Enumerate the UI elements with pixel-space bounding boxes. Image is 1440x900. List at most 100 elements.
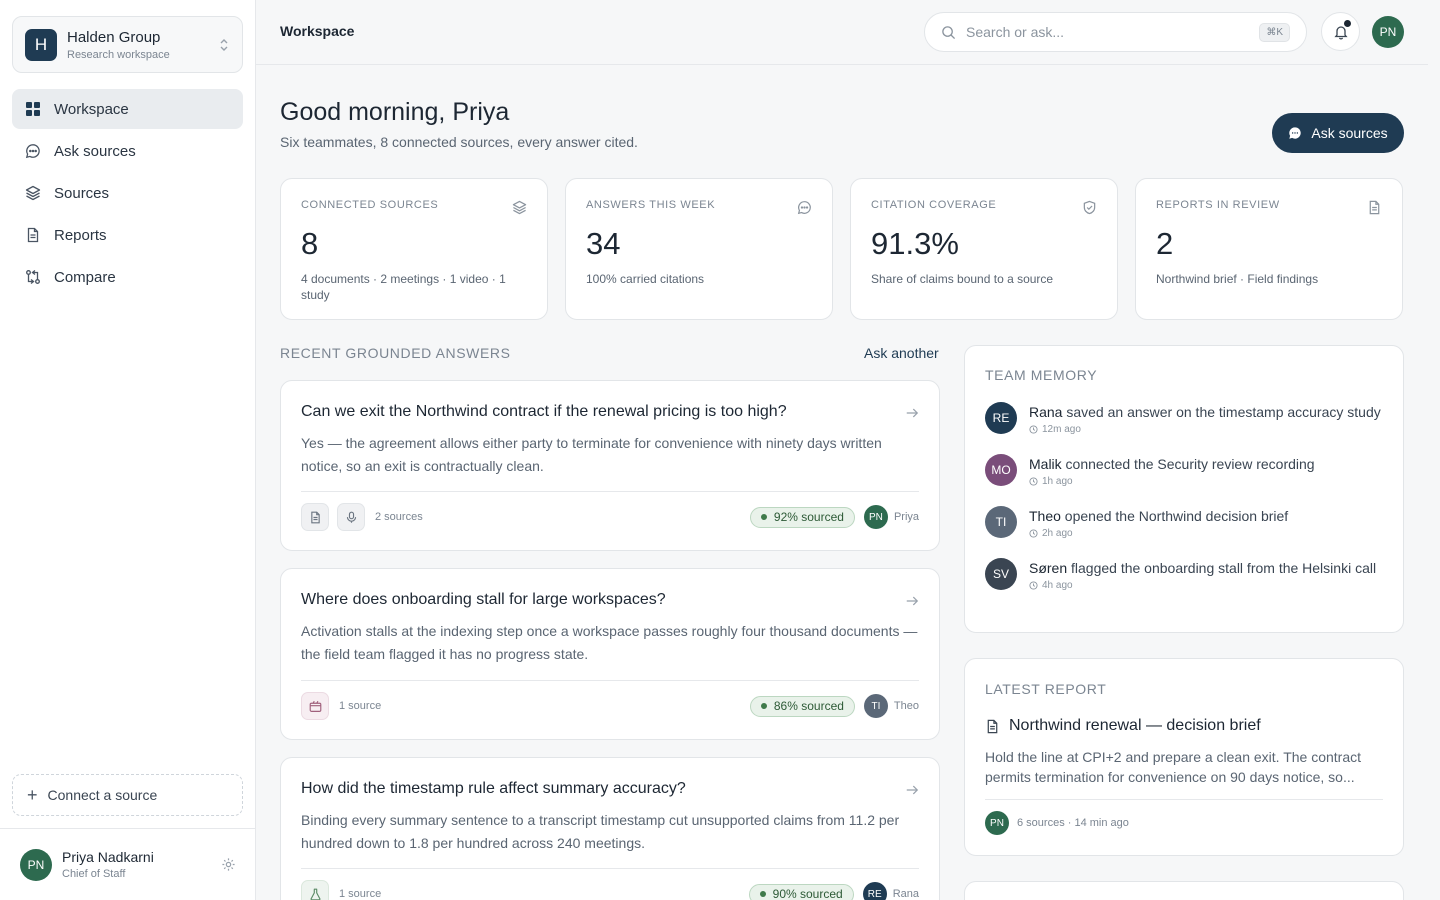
memory-time: 4h ago — [1029, 580, 1379, 591]
clock-icon — [1029, 581, 1038, 590]
stat-value: 34 — [586, 226, 621, 261]
clock-icon — [1029, 425, 1038, 434]
sourced-badge: 90% sourced — [748, 883, 854, 900]
document-source-icon[interactable] — [301, 503, 329, 531]
recent-answers-heading: Recent grounded answers — [280, 345, 511, 361]
team-memory-heading: Team memory — [985, 367, 1098, 383]
nav-item-workspace[interactable]: Workspace — [12, 89, 243, 129]
nav-item-ask-sources[interactable]: Ask sources — [12, 131, 243, 171]
nav-label: Sources — [54, 184, 110, 202]
notification-dot — [1344, 20, 1351, 27]
workspace-subtitle: Research workspace — [67, 48, 170, 61]
search-icon — [941, 25, 956, 40]
avatar[interactable]: PN — [1372, 16, 1404, 48]
greeting-subtitle: Six teammates, 8 connected sources, ever… — [280, 134, 638, 150]
answer-author: Priya — [893, 511, 919, 523]
workspace-logo: H — [25, 28, 57, 61]
answer-footer: 1 source 86% sourced TI Theo — [301, 691, 919, 721]
document-icon — [25, 227, 41, 243]
clock-icon — [1029, 529, 1038, 538]
arrow-right-icon[interactable] — [905, 406, 919, 420]
nav-item-compare[interactable]: Compare — [12, 257, 243, 297]
stat-value: 91.3% — [871, 226, 959, 261]
notifications-button[interactable] — [1321, 12, 1360, 51]
memory-item[interactable]: TI Theo opened the Northwind decision br… — [985, 506, 1385, 539]
layers-icon — [512, 200, 527, 215]
report-meta: 6 sources · 14 min ago — [1017, 817, 1129, 829]
latest-report-panel[interactable]: Latest report Northwind renewal — decisi… — [964, 658, 1404, 856]
memory-item[interactable]: SV Søren flagged the onboarding stall fr… — [985, 558, 1385, 591]
ask-another-link[interactable]: Ask another — [864, 345, 939, 361]
sourced-badge: 92% sourced — [749, 506, 855, 528]
stat-subtext: 100% carried citations — [586, 272, 705, 286]
memory-item[interactable]: RE Rana saved an answer on the timestamp… — [985, 402, 1385, 435]
stat-card-answers-this-week[interactable]: Answers this week 34 100% carried citati… — [565, 178, 833, 320]
memory-item[interactable]: MO Malik connected the Security review r… — [985, 454, 1385, 487]
memory-text: Theo opened the Northwind decision brief — [1029, 508, 1289, 524]
page-title: Workspace — [280, 23, 355, 39]
answer-question: Where does onboarding stall for large wo… — [301, 591, 666, 608]
stat-card-citation-coverage[interactable]: Citation coverage 91.3% Share of claims … — [850, 178, 1118, 320]
user-profile[interactable]: PN Priya Nadkarni Chief of Staff — [0, 828, 256, 900]
stat-card-connected-sources[interactable]: Connected sources 8 4 documents · 2 meet… — [280, 178, 548, 320]
next-panel — [964, 881, 1404, 900]
greeting-title: Good morning, Priya — [280, 98, 510, 126]
shield-check-icon — [1082, 200, 1097, 215]
divider — [301, 491, 919, 492]
nav-item-reports[interactable]: Reports — [12, 215, 243, 255]
answer-text: Binding every summary sentence to a tran… — [301, 812, 900, 851]
sourced-badge: 86% sourced — [749, 695, 855, 717]
stat-label: Citation coverage — [871, 199, 997, 211]
avatar: RE — [862, 882, 887, 900]
stat-label: Answers this week — [586, 199, 716, 211]
memory-text: Rana saved an answer on the timestamp ac… — [1029, 404, 1381, 420]
nav-item-sources[interactable]: Sources — [12, 173, 243, 213]
user-role: Chief of Staff — [62, 868, 126, 880]
stat-subtext: Share of claims bound to a source — [871, 272, 1054, 286]
avatar: MO — [985, 454, 1017, 486]
answer-footer: 1 source 90% sourced RE Rana — [301, 879, 919, 900]
workspace-switcher[interactable]: H Halden Group Research workspace — [12, 16, 243, 73]
video-source-icon[interactable] — [301, 692, 329, 720]
connect-source-label: Connect a source — [47, 787, 158, 803]
answer-author: Theo — [893, 700, 919, 712]
ask-sources-label: Ask sources — [1311, 125, 1388, 141]
avatar: PN — [863, 505, 888, 529]
arrow-right-icon[interactable] — [905, 783, 919, 797]
divider — [985, 799, 1383, 800]
ask-sources-button[interactable]: Ask sources — [1272, 113, 1404, 153]
answer-question: Can we exit the Northwind contract if th… — [301, 403, 787, 420]
chevron-updown-icon — [218, 37, 230, 53]
arrow-right-icon[interactable] — [905, 594, 919, 608]
avatar: PN — [985, 811, 1009, 835]
team-memory-panel: Team memory RE Rana saved an answer on t… — [964, 345, 1404, 633]
answer-text: Activation stalls at the indexing step o… — [301, 623, 918, 662]
chat-icon — [25, 143, 41, 159]
microphone-icon[interactable] — [337, 503, 365, 531]
stat-card-reports-in-review[interactable]: Reports in review 2 Northwind brief · Fi… — [1135, 178, 1403, 320]
shortcut-hint: ⌘K — [1259, 22, 1290, 42]
answer-card[interactable]: Where does onboarding stall for large wo… — [280, 568, 940, 740]
document-icon — [1367, 200, 1382, 215]
user-name: Priya Nadkarni — [62, 849, 154, 865]
topbar: Workspace ⌘K PN — [256, 0, 1428, 65]
memory-time: 1h ago — [1029, 476, 1315, 487]
gear-icon[interactable] — [221, 857, 236, 872]
answer-footer: 2 sources 92% sourced PN Priya — [301, 502, 919, 532]
search-input[interactable] — [966, 24, 1260, 40]
answer-card[interactable]: Can we exit the Northwind contract if th… — [280, 380, 940, 551]
scrollbar[interactable] — [1428, 0, 1440, 900]
connect-source-button[interactable]: + Connect a source — [12, 774, 243, 816]
nav-label: Ask sources — [54, 142, 136, 160]
avatar: SV — [985, 558, 1017, 590]
document-icon — [987, 719, 998, 733]
flask-icon[interactable] — [301, 880, 329, 900]
search-box[interactable]: ⌘K — [924, 12, 1307, 52]
answer-question: How did the timestamp rule affect summar… — [301, 780, 686, 797]
answer-card[interactable]: How did the timestamp rule affect summar… — [280, 757, 940, 900]
nav-label: Workspace — [54, 100, 129, 118]
avatar: PN — [20, 848, 52, 881]
stat-subtext: 4 documents · 2 meetings · 1 video · 1 s… — [301, 272, 506, 302]
memory-time: 12m ago — [1029, 424, 1381, 435]
clock-icon — [1029, 477, 1038, 486]
